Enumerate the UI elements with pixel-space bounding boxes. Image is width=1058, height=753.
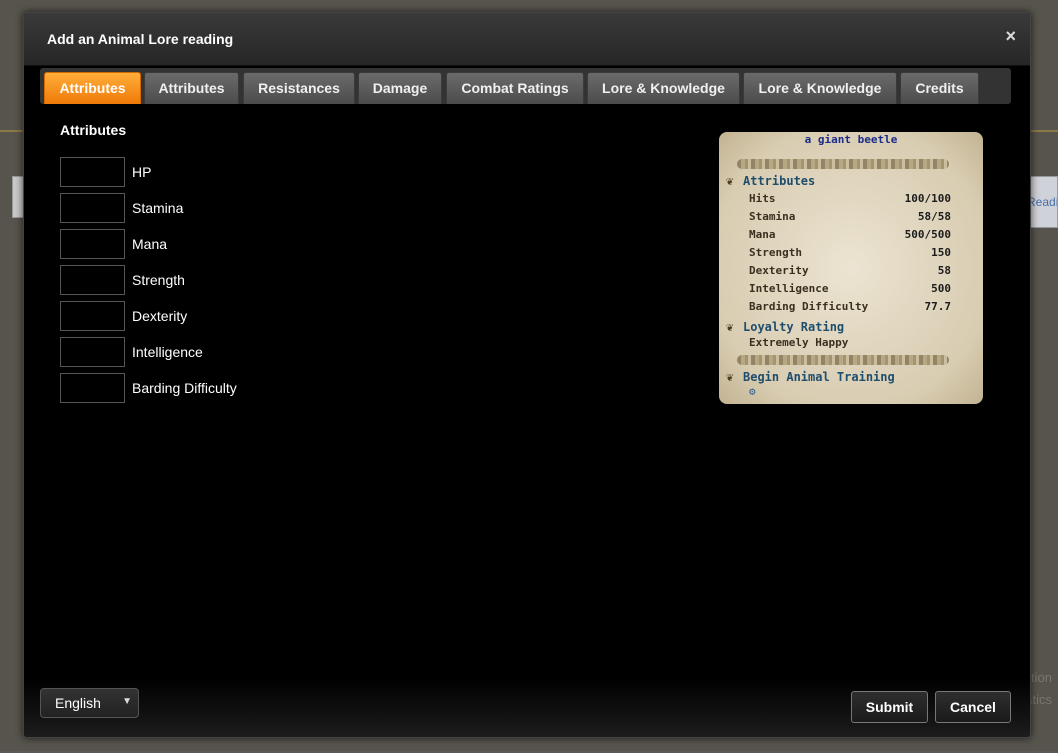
lore-section-attributes: Attributes (743, 174, 816, 188)
background-side-text: Reading (1027, 195, 1058, 209)
dexterity-input[interactable] (60, 301, 125, 331)
tab-lore-knowledge-2[interactable]: Lore & Knowledge (743, 72, 897, 104)
lore-row: Strength 150 (749, 246, 951, 262)
barding-difficulty-input[interactable] (60, 373, 125, 403)
lore-row: Mana 500/500 (749, 228, 951, 244)
lore-row-value: 500 (931, 282, 951, 295)
loyalty-value: Extremely Happy (749, 336, 849, 349)
language-select[interactable]: English ▼ (40, 688, 139, 718)
creature-name: a giant beetle (804, 133, 898, 146)
tab-resistances[interactable]: Resistances (243, 72, 355, 104)
lore-row-label: Strength (749, 246, 802, 259)
tab-credits[interactable]: Credits (900, 72, 979, 104)
tab-lore-knowledge-1[interactable]: Lore & Knowledge (587, 72, 740, 104)
lore-row-value: 100/100 (904, 192, 951, 205)
mana-label: Mana (132, 236, 168, 252)
lore-row-value: 58/58 (917, 210, 951, 223)
lore-row-label: Dexterity (749, 264, 809, 277)
add-lore-reading-dialog: Add an Animal Lore reading × Attributes … (23, 12, 1031, 738)
lore-row-value: 58 (937, 264, 951, 277)
dexterity-label: Dexterity (132, 308, 188, 324)
language-selected-value: English (55, 695, 101, 711)
lore-row-value: 150 (931, 246, 951, 259)
strength-label: Strength (132, 272, 185, 288)
lore-section-training: Begin Animal Training (743, 370, 895, 384)
close-icon[interactable]: × (1005, 27, 1016, 45)
lore-row-label: Stamina (749, 210, 796, 223)
animal-lore-preview: a giant beetle ❦ Attributes Hits 100/100… (719, 132, 983, 404)
tab-combat-ratings[interactable]: Combat Ratings (446, 72, 584, 104)
lore-row-label: Intelligence (749, 282, 829, 295)
lore-row: Barding Difficulty 77.7 (749, 300, 951, 316)
dialog-header: Add an Animal Lore reading × (24, 13, 1030, 66)
section-arrow-icon: ❦ (726, 174, 734, 188)
lore-row-label: Mana (749, 228, 776, 241)
lore-section-loyalty: Loyalty Rating (743, 320, 845, 334)
lore-row-loyalty: Extremely Happy (749, 336, 951, 352)
lore-row-value: 500/500 (904, 228, 951, 241)
barding-difficulty-label: Barding Difficulty (132, 380, 237, 396)
tab-bar: Attributes Attributes Resistances Damage… (40, 68, 1011, 104)
tab-attributes-1[interactable]: Attributes (44, 72, 141, 104)
stamina-label: Stamina (132, 200, 184, 216)
intelligence-input[interactable] (60, 337, 125, 367)
hp-input[interactable] (60, 157, 125, 187)
dialog-title: Add an Animal Lore reading (47, 31, 234, 47)
mana-input[interactable] (60, 229, 125, 259)
lore-row: Dexterity 58 (749, 264, 951, 280)
gear-icon: ⚙ (749, 385, 756, 398)
cancel-button[interactable]: Cancel (935, 691, 1011, 723)
form-heading: Attributes (60, 122, 127, 138)
hp-label: HP (132, 164, 152, 180)
lore-row-value: 77.7 (924, 300, 952, 313)
section-arrow-icon: ❦ (726, 370, 734, 384)
caret-down-icon: ▼ (122, 696, 132, 707)
lore-row-label: Barding Difficulty (749, 300, 869, 313)
scroll-divider-bottom (737, 355, 949, 365)
lore-row: Stamina 58/58 (749, 210, 951, 226)
lore-row: Intelligence 500 (749, 282, 951, 298)
tab-attributes-2[interactable]: Attributes (144, 72, 239, 104)
submit-button[interactable]: Submit (851, 691, 928, 723)
section-arrow-icon: ❦ (726, 320, 734, 334)
tab-damage[interactable]: Damage (358, 72, 442, 104)
lore-row-label: Hits (749, 192, 776, 205)
lore-row: Hits 100/100 (749, 192, 951, 208)
stamina-input[interactable] (60, 193, 125, 223)
background-frame-left (0, 130, 24, 753)
scroll-divider-top (737, 159, 949, 169)
strength-input[interactable] (60, 265, 125, 295)
intelligence-label: Intelligence (132, 344, 203, 360)
